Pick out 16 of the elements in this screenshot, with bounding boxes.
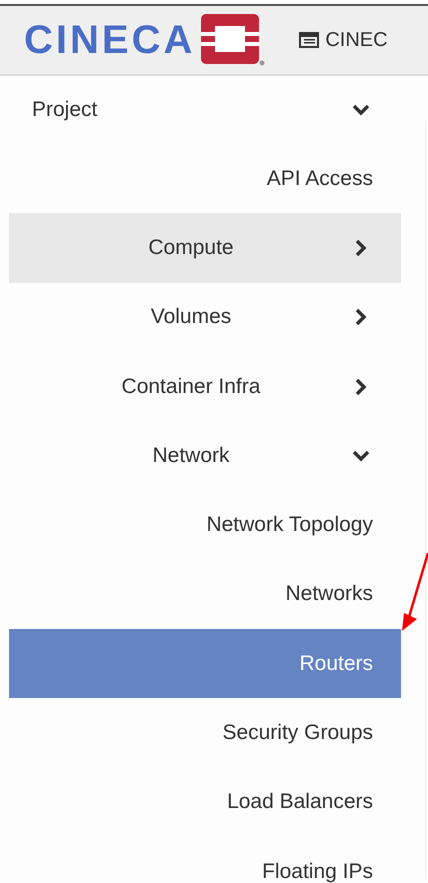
sidebar-item[interactable]: Networks — [9, 560, 401, 630]
list-icon — [299, 32, 320, 48]
sidebar-item[interactable]: Load Balancers — [9, 768, 401, 837]
sidebar-item[interactable]: Container Infra — [9, 352, 401, 422]
sidebar-item[interactable]: Network — [9, 421, 401, 490]
project-menu[interactable]: CINEC — [299, 28, 388, 52]
sidebar-item[interactable]: Floating IPs — [9, 836, 401, 883]
sidebar-item[interactable]: Volumes — [9, 282, 401, 352]
logo-text: CINECA — [24, 18, 196, 62]
sidebar-section[interactable]: Project — [9, 76, 401, 144]
logo-icon — [201, 14, 266, 66]
sidebar-item[interactable]: Security Groups — [9, 698, 401, 768]
sidebar-item[interactable]: Compute — [9, 213, 401, 283]
sidebar-item[interactable]: API Access — [9, 144, 401, 214]
sidebar-item[interactable]: Routers — [9, 629, 401, 698]
sidebar-item[interactable]: Network Topology — [9, 490, 401, 560]
